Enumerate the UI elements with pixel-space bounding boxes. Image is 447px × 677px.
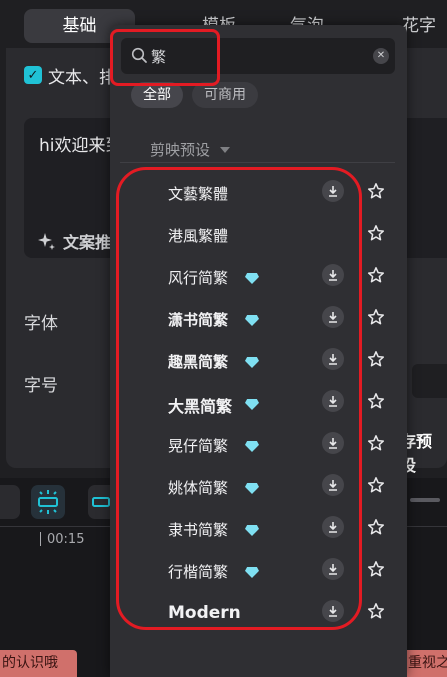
font-name: 风行简繁 — [168, 269, 229, 287]
split-tool-button[interactable] — [31, 485, 65, 519]
star-icon[interactable] — [366, 433, 386, 453]
font-item[interactable]: 大黑简繁 — [110, 383, 407, 425]
font-search-input[interactable] — [151, 45, 351, 67]
font-item[interactable]: 趣黑简繁 — [110, 341, 407, 383]
download-icon[interactable] — [322, 432, 344, 454]
size-input[interactable] — [412, 364, 447, 398]
search-icon — [131, 47, 147, 63]
font-name: 文藝繁體 — [168, 185, 229, 203]
chevron-down-icon — [220, 146, 231, 153]
star-icon[interactable] — [366, 349, 386, 369]
star-icon[interactable] — [366, 391, 386, 411]
font-item[interactable]: 风行简繁 — [110, 257, 407, 299]
timeline-scrollbar[interactable] — [410, 498, 440, 502]
checkbox-label: 文本、排 — [48, 67, 116, 88]
font-item[interactable]: 隶书简繁 — [110, 509, 407, 551]
checkbox[interactable]: ✓ — [24, 66, 42, 84]
font-name: 晃仔简繁 — [168, 437, 229, 455]
ai-copy-button[interactable]: 文案推 — [37, 229, 111, 253]
download-icon[interactable] — [322, 348, 344, 370]
font-name: 姚体简繁 — [168, 479, 229, 497]
font-item[interactable]: 港風繁體 — [110, 215, 407, 257]
time-marker — [40, 532, 41, 546]
font-item[interactable]: 晃仔简繁 — [110, 425, 407, 467]
diamond-icon — [245, 567, 259, 578]
download-icon[interactable] — [322, 474, 344, 496]
font-name: Modern — [168, 603, 241, 623]
timeline-tool-button[interactable] — [0, 485, 20, 519]
download-icon[interactable] — [322, 558, 344, 580]
download-icon[interactable] — [322, 390, 344, 412]
clear-search-icon[interactable]: ✕ — [373, 48, 389, 64]
font-name: 大黑简繁 — [168, 397, 233, 416]
font-item[interactable]: Modern — [110, 593, 407, 635]
apply-to-all-row[interactable]: ✓ 文本、排 — [24, 64, 116, 88]
save-preset-button[interactable]: 存预设 — [400, 428, 447, 476]
diamond-icon — [245, 357, 259, 368]
star-icon[interactable] — [366, 181, 386, 201]
filter-commercial[interactable]: 可商用 — [192, 82, 258, 108]
star-icon[interactable] — [366, 517, 386, 537]
timeline-time: 00:15 — [47, 532, 85, 547]
font-name: 趣黑简繁 — [168, 353, 229, 371]
ai-copy-label: 文案推 — [63, 233, 112, 252]
font-item[interactable]: 姚体简繁 — [110, 467, 407, 509]
download-icon[interactable] — [322, 264, 344, 286]
star-icon[interactable] — [366, 307, 386, 327]
diamond-icon — [245, 399, 259, 410]
divider — [120, 162, 395, 163]
download-icon[interactable] — [322, 180, 344, 202]
font-item[interactable]: 潇书简繁 — [110, 299, 407, 341]
font-item[interactable]: 文藝繁體 — [110, 173, 407, 215]
diamond-icon — [245, 273, 259, 284]
font-name: 潇书简繁 — [168, 311, 229, 329]
subtitle-clip[interactable]: 重视之 — [401, 650, 447, 677]
size-label: 字号 — [24, 376, 58, 396]
download-icon[interactable] — [322, 516, 344, 538]
font-filter-chips: 全部 可商用 — [131, 82, 258, 108]
font-name: 隶书简繁 — [168, 521, 229, 539]
font-name: 港風繁體 — [168, 227, 229, 245]
diamond-icon — [245, 441, 259, 452]
download-icon[interactable] — [322, 306, 344, 328]
sparkle-icon — [38, 233, 55, 250]
download-icon[interactable] — [322, 600, 344, 622]
diamond-icon — [245, 483, 259, 494]
star-icon[interactable] — [366, 559, 386, 579]
split-icon — [38, 490, 58, 514]
diamond-icon — [245, 315, 259, 326]
font-item[interactable]: 行楷简繁 — [110, 551, 407, 593]
font-search-box[interactable]: ✕ — [121, 38, 395, 74]
star-icon[interactable] — [366, 601, 386, 621]
star-icon[interactable] — [366, 475, 386, 495]
category-label: 剪映预设 — [150, 141, 211, 159]
font-label: 字体 — [24, 314, 58, 334]
diamond-icon — [245, 525, 259, 536]
star-icon[interactable] — [366, 265, 386, 285]
font-picker-popup: ✕ 全部 可商用 剪映预设 文藝繁體 港風繁體 风行简繁 潇书简繁 — [110, 25, 407, 677]
font-name: 行楷简繁 — [168, 563, 229, 581]
star-icon[interactable] — [366, 223, 386, 243]
filter-all[interactable]: 全部 — [131, 82, 183, 108]
subtitle-clip[interactable]: 的认识哦 — [0, 650, 77, 677]
category-dropdown[interactable]: 剪映预设 — [150, 139, 231, 160]
